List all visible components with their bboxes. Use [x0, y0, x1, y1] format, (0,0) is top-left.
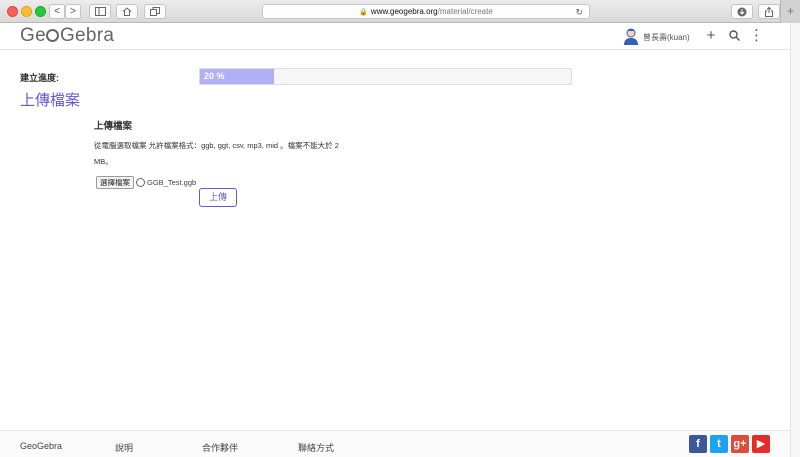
minimize-window-button[interactable] — [21, 6, 32, 17]
search-icon[interactable] — [727, 27, 741, 46]
avatar-icon[interactable] — [623, 27, 639, 45]
lock-icon: 🔒 — [359, 9, 368, 16]
file-picker: 選擇檔案 GGB_Test.ggb — [94, 176, 394, 190]
footer-link-partners[interactable]: 合作夥伴 — [202, 441, 238, 454]
facebook-icon[interactable]: f — [689, 435, 707, 453]
download-icon — [737, 7, 747, 17]
footer-link-geogebra[interactable]: GeoGebra — [20, 441, 62, 451]
menu-icon[interactable]: ⋮ — [749, 27, 764, 45]
progress-label: 建立進度: — [20, 73, 59, 83]
upload-button[interactable]: 上傳 — [199, 188, 237, 207]
site-header: Ge Gebra 曾長壽(kuan) + ⋮ — [0, 23, 790, 50]
twitter-icon[interactable]: t — [710, 435, 728, 453]
url-path: /material/create — [437, 7, 493, 16]
logo-flower-icon — [46, 29, 60, 42]
url-host: www.geogebra.org — [370, 7, 438, 16]
progress-bar: 20 % — [199, 68, 572, 85]
upload-description: 從電腦選取檔案 允許檔案格式：ggb, ggt, csv, mp3, mid 。… — [94, 141, 339, 166]
zoom-window-button[interactable] — [35, 6, 46, 17]
close-window-button[interactable] — [7, 6, 18, 17]
browser-toolbar: < > 🔒 www.geogebra.org/material/create ↻ … — [0, 0, 800, 23]
google-plus-icon[interactable]: g+ — [731, 435, 749, 453]
footer-link-contact[interactable]: 聯絡方式 — [298, 441, 334, 454]
choose-file-button[interactable]: 選擇檔案 — [96, 176, 134, 189]
logo-text-end: Gebra — [59, 25, 115, 46]
address-bar[interactable]: 🔒 www.geogebra.org/material/create ↻ — [262, 4, 590, 19]
logo-text-start: Ge — [20, 25, 46, 46]
upload-section: 上傳檔案 從電腦選取檔案 允許檔案格式：ggb, ggt, csv, mp3, … — [94, 118, 394, 190]
downloads-button[interactable] — [731, 4, 753, 19]
geogebra-logo[interactable]: Ge Gebra — [20, 25, 114, 47]
sidebar-toggle-button[interactable] — [89, 4, 111, 19]
back-button[interactable]: < — [49, 4, 65, 19]
tabs-icon — [150, 7, 160, 16]
upload-title: 上傳檔案 — [94, 121, 133, 132]
share-icon — [765, 6, 773, 17]
youtube-icon[interactable]: ▶ — [752, 435, 770, 453]
new-tab-button[interactable]: + — [780, 0, 800, 23]
footer-link-help[interactable]: 說明 — [115, 441, 133, 454]
home-button[interactable] — [116, 4, 138, 19]
selected-file-name: GGB_Test.ggb — [147, 178, 197, 187]
home-icon — [122, 7, 132, 16]
page-scrollbar[interactable] — [790, 23, 800, 457]
tabs-overview-button[interactable] — [144, 4, 166, 19]
reload-icon[interactable]: ↻ — [575, 5, 583, 19]
file-icon — [136, 178, 145, 187]
share-button[interactable] — [758, 4, 780, 19]
sidebar-icon — [94, 7, 106, 16]
page-title: 上傳檔案 — [20, 92, 81, 109]
forward-button[interactable]: > — [65, 4, 81, 19]
add-icon[interactable]: + — [704, 27, 718, 45]
user-name[interactable]: 曾長壽(kuan) — [643, 32, 690, 43]
site-footer: GeoGebra 說明 合作夥伴 聯絡方式 f t g+ ▶ — [0, 430, 790, 457]
progress-fill: 20 % — [200, 69, 275, 84]
